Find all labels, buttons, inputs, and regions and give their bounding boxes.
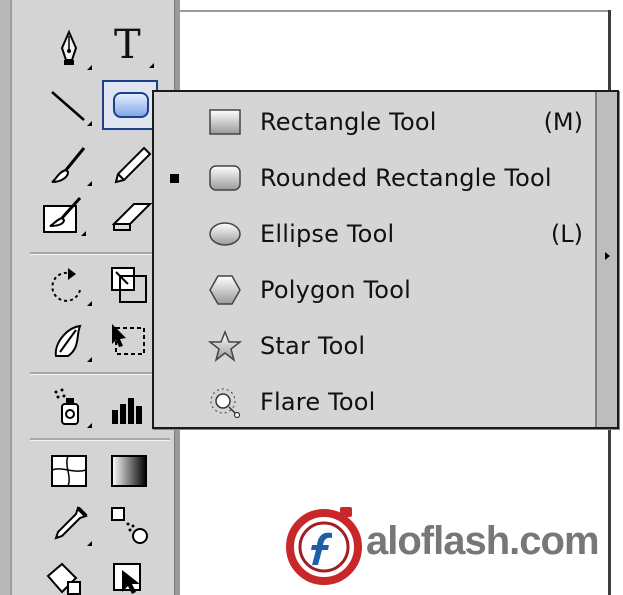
tools-separator — [30, 372, 170, 375]
menu-item-ellipse-tool[interactable]: Ellipse Tool (L) — [154, 206, 597, 262]
rounded-rectangle-icon — [112, 91, 150, 119]
pencil-icon — [108, 142, 154, 188]
paintbrush-icon — [46, 142, 92, 188]
watermark: aloflash.com — [282, 503, 612, 585]
column-graph-tool[interactable] — [106, 384, 152, 430]
pen-tool[interactable] — [46, 26, 92, 72]
blend-tool[interactable] — [106, 502, 152, 548]
live-paint-selection-icon — [106, 556, 152, 595]
app-window: T Rectangle Tool (M) Rounded Rectangle T… — [0, 0, 623, 595]
watermark-text: aloflash.com — [366, 519, 600, 563]
pen-icon — [46, 26, 92, 72]
more-tools-indicator — [87, 181, 92, 186]
rounded-rectangle-tool[interactable] — [102, 80, 158, 130]
symbol-sprayer-tool[interactable] — [46, 384, 92, 430]
menu-item-rectangle-tool[interactable]: Rectangle Tool (M) — [154, 94, 597, 150]
type-tool[interactable]: T — [108, 22, 154, 70]
scale-icon — [106, 262, 152, 308]
menu-item-label: Polygon Tool — [260, 276, 411, 304]
gradient-icon — [106, 448, 152, 494]
menu-item-label: Rectangle Tool — [260, 108, 437, 136]
checkmark-icon — [170, 174, 179, 183]
rotate-tool[interactable] — [46, 262, 92, 308]
tools-separator — [30, 438, 170, 441]
more-tools-indicator — [87, 65, 92, 70]
ellipse-icon — [208, 218, 242, 250]
eyedropper-tool[interactable] — [46, 502, 92, 548]
live-paint-selection-tool[interactable] — [106, 556, 152, 595]
line-segment-tool[interactable] — [46, 82, 92, 128]
blob-brush-tool[interactable] — [40, 192, 86, 238]
more-tools-indicator — [149, 63, 154, 68]
flare-icon — [208, 386, 242, 418]
eyedropper-icon — [46, 502, 92, 548]
warp-icon — [46, 318, 92, 364]
menu-item-star-tool[interactable]: Star Tool — [154, 318, 597, 374]
tools-separator — [30, 252, 170, 255]
column-graph-icon — [106, 384, 152, 430]
more-tools-indicator — [81, 231, 86, 236]
menu-item-label: Star Tool — [260, 332, 366, 360]
star-icon — [208, 330, 242, 362]
scale-tool[interactable] — [106, 262, 152, 308]
pencil-tool[interactable] — [108, 142, 154, 188]
free-transform-tool[interactable] — [106, 318, 152, 364]
more-tools-indicator — [87, 357, 92, 362]
tearoff-arrow-icon — [605, 252, 610, 260]
menu-item-label: Rounded Rectangle Tool — [260, 164, 552, 192]
blend-icon — [106, 502, 152, 548]
mesh-icon — [46, 448, 92, 494]
symbol-sprayer-icon — [46, 384, 92, 430]
menu-item-label: Flare Tool — [260, 388, 376, 416]
eraser-icon — [108, 194, 154, 240]
keyboard-shortcut: (L) — [550, 220, 583, 248]
menu-item-label: Ellipse Tool — [260, 220, 395, 248]
more-tools-indicator — [87, 301, 92, 306]
paintbrush-tool[interactable] — [46, 142, 92, 188]
blob-brush-icon — [40, 192, 86, 238]
live-paint-bucket-icon — [40, 556, 86, 595]
canvas-top-border — [180, 10, 611, 12]
type-icon: T — [114, 22, 141, 68]
gradient-tool[interactable] — [106, 448, 152, 494]
free-transform-icon — [106, 318, 152, 364]
tearoff-bar[interactable] — [595, 92, 617, 427]
menu-item-polygon-tool[interactable]: Polygon Tool — [154, 262, 597, 318]
line-segment-icon — [46, 82, 92, 128]
more-tools-indicator — [87, 541, 92, 546]
live-paint-bucket-tool[interactable] — [40, 556, 86, 595]
keyboard-shortcut: (M) — [543, 108, 583, 136]
rotate-icon — [46, 262, 92, 308]
shape-tools-flyout: Rectangle Tool (M) Rounded Rectangle Tool E… — [152, 90, 619, 429]
tools-panel-left-edge — [0, 0, 12, 595]
more-tools-indicator — [87, 423, 92, 428]
warp-tool[interactable] — [46, 318, 92, 364]
rounded-rectangle-icon — [208, 162, 242, 194]
more-tools-indicator — [87, 121, 92, 126]
eraser-tool[interactable] — [108, 194, 154, 240]
menu-item-rounded-rectangle-tool[interactable]: Rounded Rectangle Tool — [154, 150, 597, 206]
flash-logo-icon — [286, 507, 362, 585]
polygon-icon — [208, 274, 242, 306]
mesh-tool[interactable] — [46, 448, 92, 494]
rectangle-icon — [208, 106, 242, 138]
menu-item-flare-tool[interactable]: Flare Tool — [154, 374, 597, 430]
